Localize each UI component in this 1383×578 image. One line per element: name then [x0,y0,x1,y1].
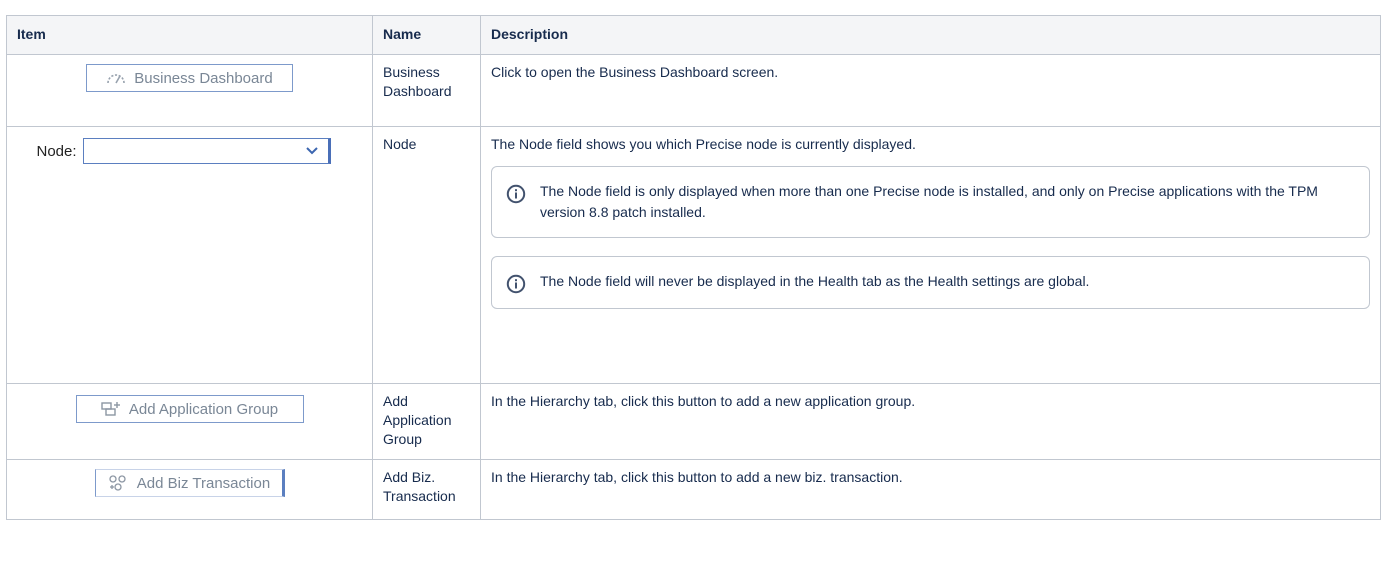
table-row: Add Biz Transaction Add Biz. Transaction… [6,459,1381,520]
add-biz-transaction-button[interactable]: Add Biz Transaction [94,469,285,497]
node-selector: Node: [36,138,331,164]
add-application-group-button[interactable]: Add Application Group [75,395,304,423]
node-dropdown[interactable] [82,138,331,164]
business-dashboard-button[interactable]: Business Dashboard [86,64,293,92]
description-cell: In the Hierarchy tab, click this button … [480,383,1381,460]
add-application-group-button-label: Add Application Group [128,400,279,418]
header-description: Description [480,15,1381,55]
name-cell: Add Application Group [372,383,481,460]
info-panel-text: The Node field is only displayed when mo… [540,183,1318,220]
description-text: The Node field shows you which Precise n… [491,136,916,152]
table-row: Business Dashboard Business Dashboard Cl… [6,54,1381,127]
description-cell: Click to open the Business Dashboard scr… [480,54,1381,127]
item-cell: Business Dashboard [6,54,373,127]
add-transaction-icon [109,475,126,491]
table-header-row: Item Name Description [6,15,1381,55]
add-biz-transaction-button-label: Add Biz Transaction [136,474,271,492]
table-row: Node: Node The Node field shows you whic… [6,126,1381,384]
header-item: Item [6,15,373,55]
info-icon [506,274,526,294]
info-panel-text: The Node field will never be displayed i… [540,273,1090,289]
chevron-down-icon [305,147,318,155]
description-cell: In the Hierarchy tab, click this button … [480,459,1381,520]
info-panel: The Node field is only displayed when mo… [491,166,1370,238]
business-dashboard-button-label: Business Dashboard [134,69,273,87]
info-icon [506,184,526,204]
add-group-icon [101,402,120,416]
name-cell: Business Dashboard [372,54,481,127]
node-label: Node: [36,142,77,160]
documentation-table: Item Name Description Business Dashboard… [6,15,1381,520]
description-cell: The Node field shows you which Precise n… [480,126,1381,384]
gauge-icon [107,74,126,84]
item-cell: Add Biz Transaction [6,459,373,520]
item-cell: Node: [6,126,373,384]
name-cell: Node [372,126,481,384]
name-cell: Add Biz. Transaction [372,459,481,520]
info-panel: The Node field will never be displayed i… [491,256,1370,309]
item-cell: Add Application Group [6,383,373,460]
header-name: Name [372,15,481,55]
table-row: Add Application Group Add Application Gr… [6,383,1381,460]
